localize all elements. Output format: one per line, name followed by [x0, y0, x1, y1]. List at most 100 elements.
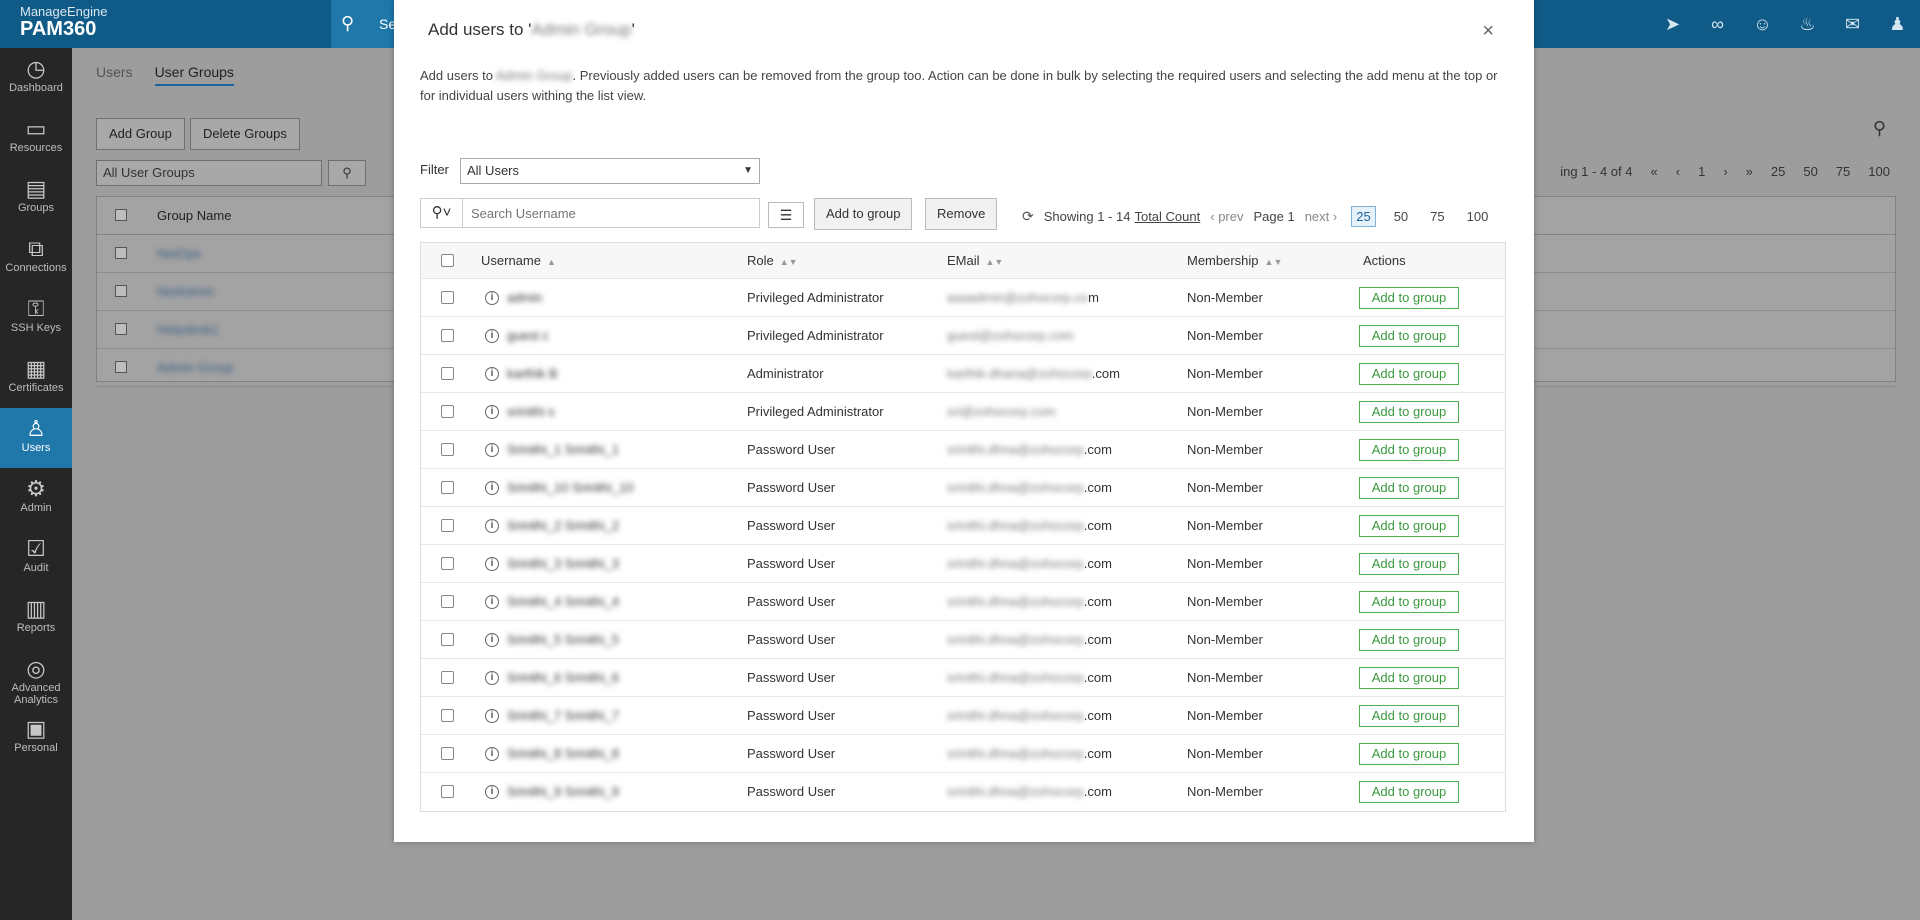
column-username[interactable]: Username ▲ [481, 243, 556, 279]
first-page-icon[interactable]: « [1651, 164, 1658, 179]
info-icon[interactable]: i [485, 595, 499, 609]
sidebar-item-dashboard[interactable]: ◷ Dashboard [0, 48, 72, 108]
prev-page-icon[interactable]: ‹ [1676, 164, 1680, 179]
info-icon[interactable]: i [485, 481, 499, 495]
sidebar-item-ssh-keys[interactable]: ⚿ SSH Keys [0, 288, 72, 348]
row-add-to-group-button[interactable]: Add to group [1359, 781, 1459, 803]
table-row[interactable]: i Srinithi_7 Srinithi_7 Password User srini… [421, 697, 1505, 735]
table-row[interactable]: i Srinithi_8 Srinithi_8 Password User srini… [421, 735, 1505, 773]
row-checkbox[interactable] [441, 367, 454, 380]
row-checkbox[interactable] [441, 481, 454, 494]
row-add-to-group-button[interactable]: Add to group [1359, 743, 1459, 765]
row-add-to-group-button[interactable]: Add to group [1359, 287, 1459, 309]
select-all-checkbox[interactable] [441, 254, 454, 267]
bg-size-50[interactable]: 50 [1803, 164, 1817, 179]
search-icon[interactable]: ⚲˅ [421, 199, 463, 227]
refresh-icon[interactable]: ⟳ [1022, 208, 1034, 225]
page-size-75[interactable]: 75 [1426, 207, 1448, 226]
add-group-button[interactable]: Add Group [96, 118, 185, 150]
row-checkbox[interactable] [441, 633, 454, 646]
next-page-icon[interactable]: › [1723, 164, 1727, 179]
row-checkbox[interactable] [441, 519, 454, 532]
info-icon[interactable]: i [485, 557, 499, 571]
row-checkbox[interactable] [441, 291, 454, 304]
info-icon[interactable]: i [485, 367, 499, 381]
tab-user-groups[interactable]: User Groups [154, 64, 234, 86]
sidebar-item-users[interactable]: ♙ Users [0, 408, 72, 468]
sidebar-item-admin[interactable]: ⚙ Admin [0, 468, 72, 528]
info-icon[interactable]: i [485, 671, 499, 685]
info-icon[interactable]: i [485, 291, 499, 305]
row-checkbox[interactable] [115, 361, 127, 373]
close-icon[interactable]: × [1482, 20, 1494, 43]
next-link[interactable]: next › [1305, 209, 1338, 224]
list-view-icon[interactable]: ☰ [768, 202, 804, 228]
row-checkbox[interactable] [441, 709, 454, 722]
page-size-25[interactable]: 25 [1351, 206, 1376, 227]
row-add-to-group-button[interactable]: Add to group [1359, 363, 1459, 385]
info-icon[interactable]: i [485, 443, 499, 457]
row-add-to-group-button[interactable]: Add to group [1359, 515, 1459, 537]
group-name-link[interactable]: NetAdmin [157, 284, 214, 299]
table-row[interactable]: i srinithi s Privileged Administrator sri@z… [421, 393, 1505, 431]
filter-select[interactable]: All Users ▼ [460, 158, 760, 184]
table-row[interactable]: i Srinithi_5 Srinithi_5 Password User srini… [421, 621, 1505, 659]
plug-icon[interactable]: ∞ [1695, 0, 1740, 48]
rocket-icon[interactable]: ➤ [1650, 0, 1695, 48]
info-icon[interactable]: i [485, 633, 499, 647]
row-add-to-group-button[interactable]: Add to group [1359, 667, 1459, 689]
group-name-link[interactable]: Helpdesk1 [157, 322, 218, 337]
page-size-100[interactable]: 100 [1463, 207, 1493, 226]
row-checkbox[interactable] [115, 247, 127, 259]
info-icon[interactable]: i [485, 519, 499, 533]
row-checkbox[interactable] [115, 285, 127, 297]
group-name-link[interactable]: NetOps [157, 246, 201, 261]
row-add-to-group-button[interactable]: Add to group [1359, 591, 1459, 613]
page-size-50[interactable]: 50 [1390, 207, 1412, 226]
info-icon[interactable]: i [485, 785, 499, 799]
sidebar-item-connections[interactable]: ⧉ Connections [0, 228, 72, 288]
row-add-to-group-button[interactable]: Add to group [1359, 477, 1459, 499]
table-row[interactable]: i Srinithi_1 Srinithi_1 Password User srini… [421, 431, 1505, 469]
tab-users[interactable]: Users [96, 64, 133, 86]
table-row[interactable]: i Srinithi_2 Srinithi_2 Password User srini… [421, 507, 1505, 545]
info-icon[interactable]: i [485, 709, 499, 723]
sidebar-item-personal[interactable]: ▣ Personal [0, 708, 72, 768]
bg-size-25[interactable]: 25 [1771, 164, 1785, 179]
info-icon[interactable]: i [485, 405, 499, 419]
table-row[interactable]: i karthik B Administrator karthik.dhana@zoh… [421, 355, 1505, 393]
group-filter-select[interactable]: All User Groups [96, 160, 322, 186]
row-checkbox[interactable] [441, 443, 454, 456]
person-badge-icon[interactable]: ☺ [1740, 0, 1785, 48]
last-page-icon[interactable]: » [1746, 164, 1753, 179]
sidebar-item-reports[interactable]: ▥ Reports [0, 588, 72, 648]
row-checkbox[interactable] [441, 785, 454, 798]
column-role[interactable]: Role ▲▼ [747, 243, 798, 279]
table-row[interactable]: i guest c Privileged Administrator guest@zo… [421, 317, 1505, 355]
add-to-group-button[interactable]: Add to group [814, 198, 913, 230]
row-checkbox[interactable] [441, 557, 454, 570]
column-email[interactable]: EMail ▲▼ [947, 243, 1003, 279]
delete-groups-button[interactable]: Delete Groups [190, 118, 300, 150]
row-add-to-group-button[interactable]: Add to group [1359, 629, 1459, 651]
group-name-link[interactable]: Admin Group [157, 360, 234, 375]
row-checkbox[interactable] [441, 405, 454, 418]
row-add-to-group-button[interactable]: Add to group [1359, 325, 1459, 347]
search-username-input[interactable] [463, 199, 759, 227]
sidebar-item-groups[interactable]: ▤ Groups [0, 168, 72, 228]
info-icon[interactable]: i [485, 747, 499, 761]
info-icon[interactable]: i [485, 329, 499, 343]
select-all-groups-checkbox[interactable] [115, 209, 127, 221]
row-checkbox[interactable] [441, 329, 454, 342]
brand-logo[interactable]: ManageEngine PAM360 [20, 4, 107, 41]
table-row[interactable]: i Srinithi_9 Srinithi_9 Password User srini… [421, 773, 1505, 811]
row-add-to-group-button[interactable]: Add to group [1359, 705, 1459, 727]
table-row[interactable]: i Srinithi_4 Srinithi_4 Password User srini… [421, 583, 1505, 621]
lightbulb-icon[interactable]: ⚲ [1873, 118, 1886, 139]
group-search-button[interactable]: ⚲ [328, 160, 366, 186]
sidebar-item-certificates[interactable]: ▦ Certificates [0, 348, 72, 408]
row-add-to-group-button[interactable]: Add to group [1359, 553, 1459, 575]
row-checkbox[interactable] [441, 671, 454, 684]
row-checkbox[interactable] [441, 747, 454, 760]
sidebar-item-resources[interactable]: ▭ Resources [0, 108, 72, 168]
